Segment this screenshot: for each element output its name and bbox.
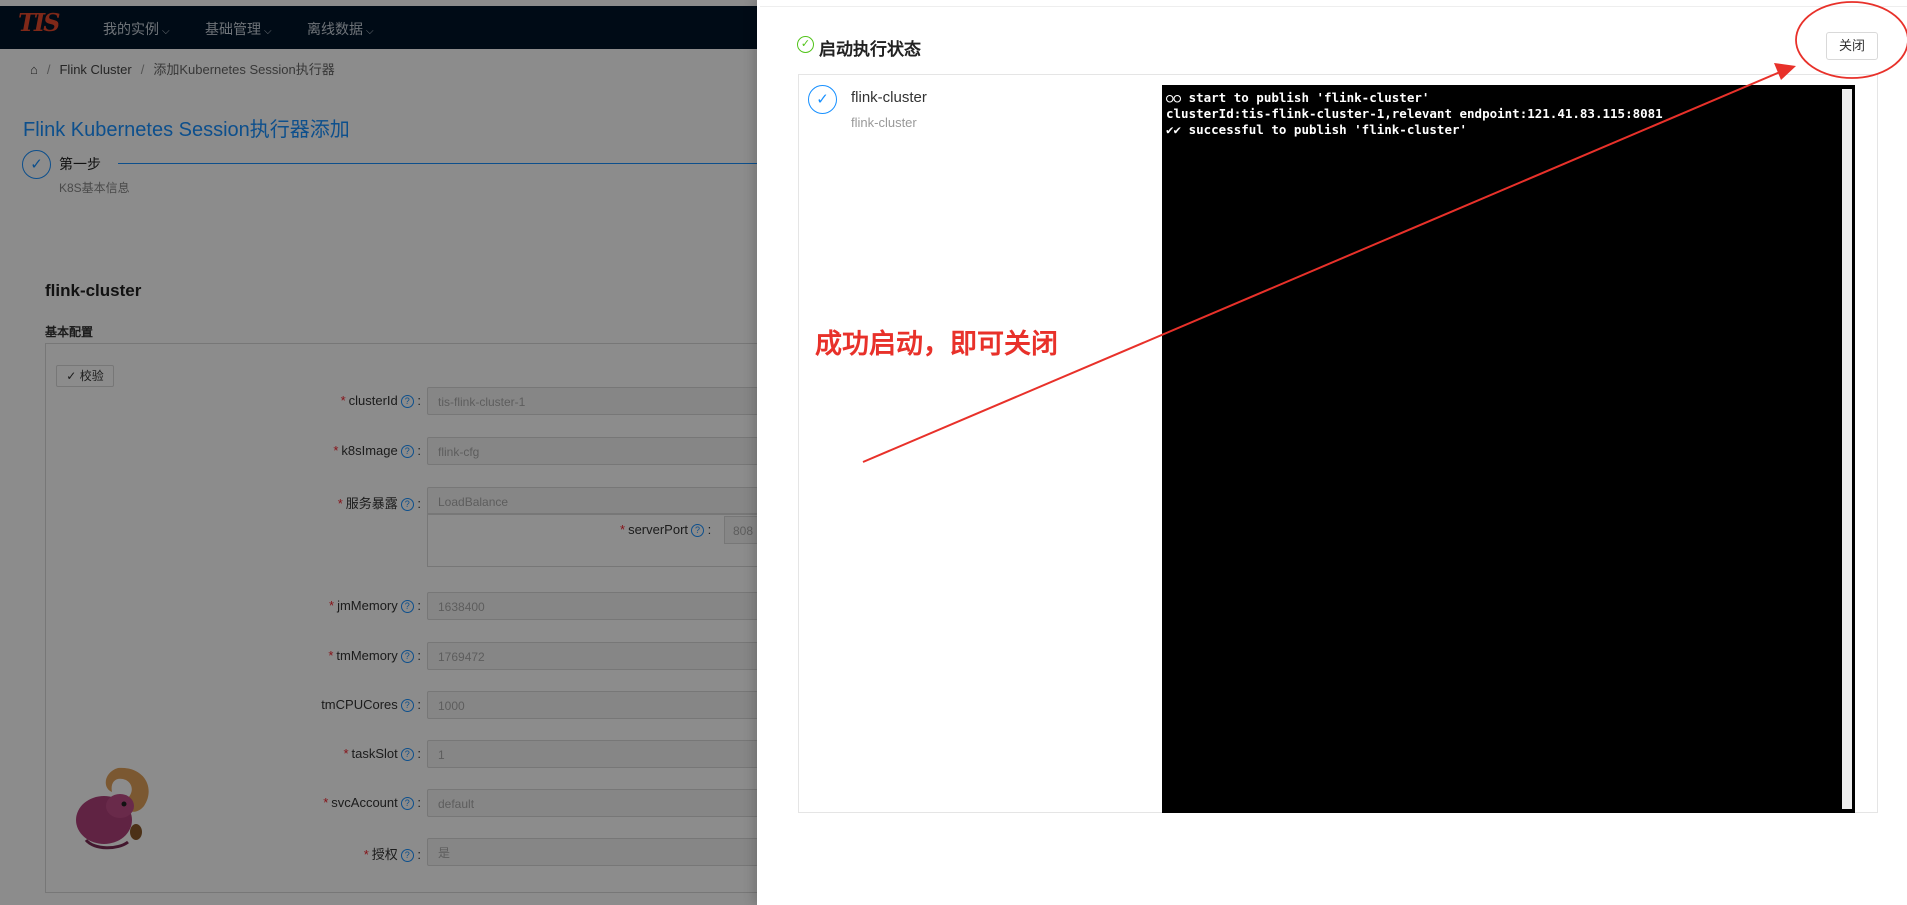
console-scrollbar[interactable]	[1842, 89, 1852, 809]
status-item-subtitle: flink-cluster	[851, 115, 917, 130]
console-line: ✔✔ successful to publish 'flink-cluster'	[1166, 122, 1468, 137]
check-circle-icon: ✓	[808, 85, 837, 114]
console-line: ○○ start to publish 'flink-cluster'	[1166, 90, 1430, 105]
console-output[interactable]	[1162, 85, 1855, 813]
annotation-text: 成功启动，即可关闭	[815, 329, 1058, 359]
status-item-title: flink-cluster	[851, 89, 927, 106]
console-line: clusterId:tis-flink-cluster-1,relevant e…	[1166, 106, 1663, 121]
close-button[interactable]: 关闭	[1826, 32, 1878, 60]
console-log: ○○ start to publish 'flink-cluster' clust…	[1166, 90, 1836, 138]
drawer-mask-overlay[interactable]	[0, 0, 760, 905]
drawer-title: 启动执行状态	[819, 40, 921, 59]
drawer-top-border	[760, 0, 1907, 7]
check-circle-icon: ✓	[797, 36, 814, 53]
